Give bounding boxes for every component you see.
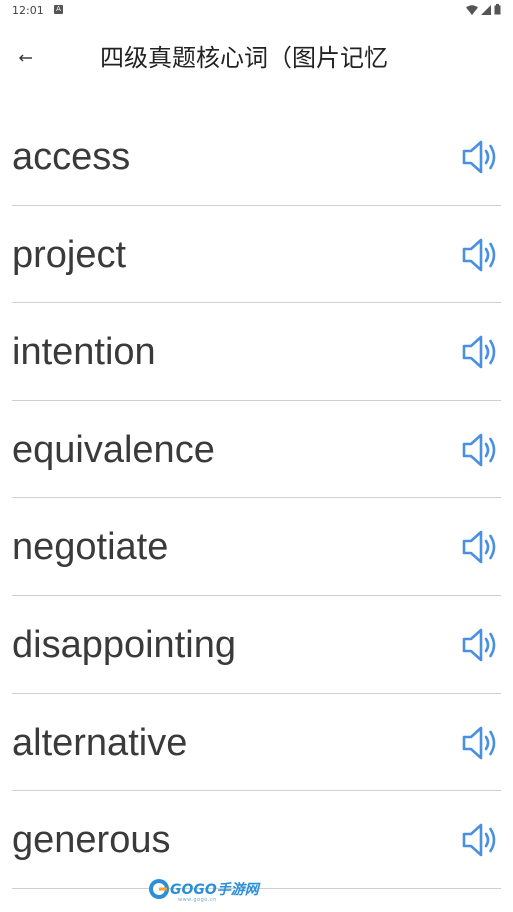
- speaker-icon: [462, 823, 496, 857]
- watermark-url: www.gogo.cn: [178, 897, 217, 903]
- word-row[interactable]: project: [0, 206, 513, 304]
- speaker-icon: [462, 628, 496, 662]
- word-text: negotiate: [12, 526, 169, 569]
- status-bar: 12:01 A: [0, 0, 513, 22]
- watermark-brand: GOGO手游网: [170, 882, 259, 898]
- word-row[interactable]: access: [0, 108, 513, 206]
- app-bar: 四级真题核心词（图片记忆: [0, 22, 513, 94]
- speaker-button[interactable]: [461, 626, 501, 664]
- back-button[interactable]: [10, 42, 42, 74]
- page-title: 四级真题核心词（图片记忆: [100, 44, 388, 72]
- speaker-button[interactable]: [461, 333, 501, 371]
- speaker-button[interactable]: [461, 138, 501, 176]
- a-notification-icon: A: [54, 5, 63, 14]
- gogo-logo-icon: [149, 879, 169, 899]
- speaker-button[interactable]: [461, 724, 501, 762]
- word-text: access: [12, 136, 131, 178]
- status-time: 12:01: [12, 4, 44, 17]
- word-text: generous: [12, 819, 171, 862]
- word-row[interactable]: disappointing: [0, 596, 513, 694]
- word-row[interactable]: alternative: [0, 694, 513, 792]
- speaker-button[interactable]: [461, 528, 501, 566]
- word-text: equivalence: [12, 428, 215, 471]
- word-text: intention: [12, 331, 156, 374]
- word-row[interactable]: negotiate: [0, 498, 513, 596]
- battery-icon: [494, 4, 501, 15]
- word-row[interactable]: intention: [0, 303, 513, 401]
- word-list: access project intention equivalence negotia…: [0, 108, 513, 889]
- speaker-icon: [462, 531, 496, 564]
- word-text: disappointing: [12, 623, 236, 666]
- word-row[interactable]: generous: [0, 791, 513, 889]
- status-icons: [466, 4, 501, 15]
- speaker-button[interactable]: [461, 236, 501, 274]
- back-arrow-icon: [19, 54, 32, 62]
- speaker-icon: [462, 726, 496, 759]
- signal-icon: [481, 4, 491, 15]
- speaker-icon: [462, 238, 496, 271]
- speaker-button[interactable]: [461, 431, 501, 469]
- speaker-icon: [462, 140, 496, 174]
- word-text: project: [12, 233, 127, 276]
- wifi-icon: [466, 4, 478, 15]
- speaker-icon: [462, 433, 496, 467]
- word-text: alternative: [12, 721, 188, 764]
- speaker-icon: [462, 335, 496, 369]
- word-row[interactable]: equivalence: [0, 401, 513, 499]
- watermark-logo: GOGO手游网 www.gogo.cn: [148, 876, 259, 906]
- speaker-button[interactable]: [461, 821, 501, 859]
